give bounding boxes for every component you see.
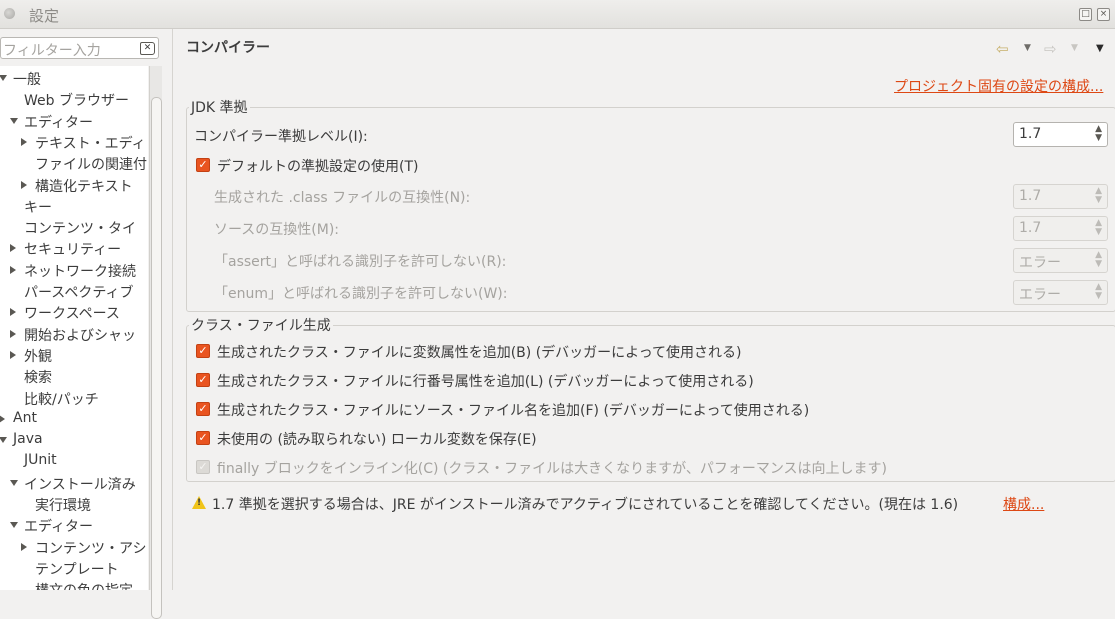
source-compat-select[interactable]: 1.7 ▲ ▼ xyxy=(1013,216,1108,241)
tree-item[interactable]: Web ブラウザー xyxy=(24,90,129,110)
warning-mark: ! xyxy=(197,498,202,508)
tree-item[interactable]: 開始およびシャッ xyxy=(24,325,136,345)
class-option-checkbox[interactable]: ✓ xyxy=(196,402,210,416)
window-title: 設定 xyxy=(29,7,60,25)
enum-identifier-select[interactable]: エラー ▲ ▼ xyxy=(1013,280,1108,305)
class-option-label: 未使用の (読み取られない) ローカル変数を保存(E) xyxy=(217,432,537,448)
class-compat-select[interactable]: 1.7 ▲ ▼ xyxy=(1013,184,1108,209)
class-option-checkbox[interactable]: ✓ xyxy=(196,373,210,387)
expanded-arrow-icon[interactable] xyxy=(0,75,7,81)
preference-page: コンパイラー ⇦ ▼ ⇨ ▼ ▼ プロジェクト固有の設定の構成... JDK 準… xyxy=(173,29,1115,590)
back-arrow-icon[interactable]: ⇦ xyxy=(996,40,1009,58)
use-default-checkbox[interactable]: ✓ xyxy=(196,158,210,172)
class-option-checkbox[interactable]: ✓ xyxy=(196,460,210,474)
group-title: クラス・ファイル生成 xyxy=(189,315,333,335)
tree-item[interactable]: パースペクティブ xyxy=(24,282,133,302)
collapsed-arrow-icon[interactable] xyxy=(21,137,27,146)
collapsed-arrow-icon[interactable] xyxy=(21,180,27,189)
tree-item[interactable]: コンテンツ・アシ xyxy=(35,538,146,558)
collapsed-arrow-icon[interactable] xyxy=(10,350,16,359)
tree-item[interactable]: 一般 xyxy=(13,69,41,89)
spinner-arrows-icon: ▲ ▼ xyxy=(1095,250,1102,269)
collapsed-arrow-icon[interactable] xyxy=(10,308,16,317)
tree-item[interactable]: Ant xyxy=(13,410,37,426)
window-icon xyxy=(4,8,15,19)
project-settings-link[interactable]: プロジェクト固有の設定の構成... xyxy=(894,76,1103,96)
tree-item[interactable]: ファイルの関連付 xyxy=(35,154,147,174)
tree-item[interactable]: コンテンツ・タイ xyxy=(24,218,136,238)
class-compat-label: 生成された .class ファイルの互換性(N): xyxy=(214,190,471,206)
tree-item[interactable]: テンプレート xyxy=(35,559,119,579)
tree-item[interactable]: ワークスペース xyxy=(24,303,120,323)
close-button[interactable]: × xyxy=(1097,8,1110,21)
class-option-label: 生成されたクラス・ファイルに行番号属性を追加(L) (デバッガーによって使用され… xyxy=(217,374,754,390)
filter-placeholder: フィルター入力 xyxy=(3,43,101,59)
configure-jre-link[interactable]: 構成... xyxy=(1003,494,1044,514)
scrollbar-thumb[interactable] xyxy=(151,97,162,619)
preferences-tree-pane: フィルター入力 ✕ 一般 Web ブラウザー エディター テキスト・エディ ファイルの関… xyxy=(0,29,172,619)
maximize-button[interactable]: □ xyxy=(1079,8,1092,21)
compliance-level-label: コンパイラー準拠レベル(I): xyxy=(194,129,368,145)
class-option-checkbox[interactable]: ✓ xyxy=(196,431,210,445)
tree-item[interactable]: Java xyxy=(13,431,43,447)
tree-scrollbar[interactable] xyxy=(149,66,162,619)
tree-item[interactable]: インストール済み xyxy=(24,474,136,494)
tree-item[interactable]: テキスト・エディ xyxy=(35,133,146,153)
spinner-arrows-icon: ▲ ▼ xyxy=(1095,124,1102,143)
collapsed-arrow-icon[interactable] xyxy=(10,329,16,338)
enum-identifier-value: エラー xyxy=(1019,287,1061,303)
source-compat-label: ソースの互換性(M): xyxy=(214,222,340,238)
class-option-label: finally ブロックをインライン化(C) (クラス・ファイルは大きくなります… xyxy=(217,461,888,477)
preferences-tree[interactable]: 一般 Web ブラウザー エディター テキスト・エディ ファイルの関連付 構造化テキストキ… xyxy=(0,66,148,590)
compliance-level-select[interactable]: 1.7 ▲ ▼ xyxy=(1013,122,1108,147)
tree-item[interactable]: 検索 xyxy=(24,367,52,387)
collapsed-arrow-icon[interactable] xyxy=(0,414,5,423)
enum-identifier-label: 「enum」と呼ばれる識別子を許可しない(W): xyxy=(214,286,508,302)
spinner-arrows-icon: ▲ ▼ xyxy=(1095,218,1102,237)
tree-item[interactable]: 構文の色の指定 xyxy=(35,580,133,590)
expanded-arrow-icon[interactable] xyxy=(10,522,18,529)
view-menu-icon[interactable]: ▼ xyxy=(1096,43,1104,54)
tree-item[interactable]: 外観 xyxy=(24,346,52,366)
tree-item[interactable]: エディター xyxy=(24,516,93,536)
expanded-arrow-icon[interactable] xyxy=(10,117,18,124)
class-compat-value: 1.7 xyxy=(1019,188,1042,204)
source-compat-value: 1.7 xyxy=(1019,220,1042,236)
forward-dropdown-icon[interactable]: ▼ xyxy=(1071,43,1078,53)
class-option-checkbox[interactable]: ✓ xyxy=(196,344,210,358)
tree-item[interactable]: JUnit xyxy=(24,452,57,468)
class-option-label: 生成されたクラス・ファイルにソース・ファイル名を追加(F) (デバッガーによって… xyxy=(217,403,810,419)
tree-item[interactable]: キー xyxy=(24,197,52,217)
back-dropdown-icon[interactable]: ▼ xyxy=(1024,43,1031,53)
forward-arrow-icon[interactable]: ⇨ xyxy=(1044,40,1057,58)
group-title: JDK 準拠 xyxy=(189,97,250,117)
filter-input[interactable]: フィルター入力 ✕ xyxy=(0,37,159,59)
collapsed-arrow-icon[interactable] xyxy=(21,542,27,551)
assert-identifier-label: 「assert」と呼ばれる識別子を許可しない(R): xyxy=(214,254,507,270)
spinner-arrows-icon: ▲ ▼ xyxy=(1095,186,1102,205)
use-default-label: デフォルトの準拠設定の使用(T) xyxy=(217,159,419,175)
compliance-level-value: 1.7 xyxy=(1019,126,1042,142)
tree-item[interactable]: 比較/パッチ xyxy=(24,389,99,409)
collapsed-arrow-icon[interactable] xyxy=(10,244,16,253)
page-title: コンパイラー xyxy=(186,40,270,56)
tree-item[interactable]: エディター xyxy=(24,112,93,132)
collapsed-arrow-icon[interactable] xyxy=(10,265,16,274)
expanded-arrow-icon[interactable] xyxy=(10,479,18,486)
tree-item[interactable]: セキュリティー xyxy=(24,239,121,259)
title-bar: 設定 □ × xyxy=(0,0,1115,29)
warning-text: 1.7 準拠を選択する場合は、JRE がインストール済みでアクティブにされている… xyxy=(212,497,959,513)
spinner-arrows-icon: ▲ ▼ xyxy=(1095,282,1102,301)
clear-filter-icon[interactable]: ✕ xyxy=(140,42,155,55)
tree-item[interactable]: 実行環境 xyxy=(35,495,91,515)
expanded-arrow-icon[interactable] xyxy=(0,437,7,444)
assert-identifier-select[interactable]: エラー ▲ ▼ xyxy=(1013,248,1108,273)
assert-identifier-value: エラー xyxy=(1019,255,1061,271)
tree-item[interactable]: 構造化テキスト xyxy=(35,176,133,196)
tree-item[interactable]: ネットワーク接続 xyxy=(24,261,136,281)
class-option-label: 生成されたクラス・ファイルに変数属性を追加(B) (デバッガーによって使用される… xyxy=(217,345,742,361)
